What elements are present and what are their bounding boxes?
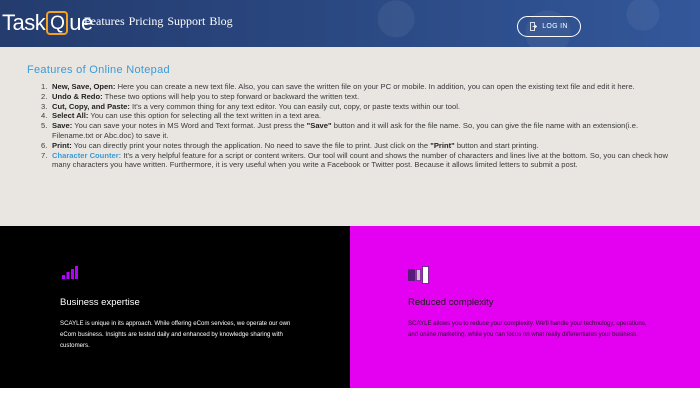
- feature-term: Select All:: [52, 111, 89, 121]
- nav-blog[interactable]: Blog: [209, 14, 232, 29]
- header-pattern: [320, 0, 700, 47]
- feature-number: 6.: [41, 140, 48, 150]
- nav-features[interactable]: Features: [84, 14, 125, 29]
- feature-number: 2.: [41, 91, 48, 101]
- feature-text-after: button and start printing.: [454, 140, 539, 150]
- panel-title: Reduced complexity: [408, 297, 494, 308]
- footer-strip: [0, 388, 700, 400]
- feature-term: Save:: [52, 121, 73, 131]
- feature-term: Cut, Copy, and Paste:: [52, 101, 130, 111]
- notepad-features-section: Features of Online Notepad 1. New, Save, …: [0, 47, 700, 226]
- feature-quoted-save: "Save": [306, 121, 332, 131]
- feature-term-link[interactable]: Character Counter:: [52, 151, 121, 160]
- panel-title: Business expertise: [60, 297, 140, 308]
- feature-number: 3.: [41, 101, 48, 111]
- feature-text-before: You can directly print your notes throug…: [71, 140, 431, 150]
- panel-description: SCAYLE is unique in its approach. While …: [60, 320, 291, 349]
- feature-item-save: 5. Save: You can save your notes in MS Wo…: [41, 121, 680, 141]
- business-expertise-panel: Business expertise SCAYLE is unique in i…: [0, 226, 350, 388]
- nav-support[interactable]: Support: [167, 14, 205, 29]
- feature-text: These two options will help you to step …: [102, 91, 360, 101]
- feature-text: It's a very helpful feature for a script…: [52, 150, 668, 170]
- feature-item-cut-copy-paste: 3. Cut, Copy, and Paste: It's a very comm…: [41, 101, 680, 112]
- features-list: 1. New, Save, Open: Here you can create a…: [41, 82, 680, 171]
- feature-number: 7.: [41, 150, 48, 160]
- feature-item-character-counter: 7. Character Counter: It's a very helpful…: [41, 150, 680, 171]
- feature-text: It's a very common thing for any text ed…: [129, 101, 461, 111]
- login-label: LOG IN: [542, 23, 568, 30]
- feature-item-undo-redo: 2. Undo & Redo: These two options will he…: [41, 91, 680, 102]
- feature-item-select-all: 4. Select All: You can use this option fo…: [41, 111, 680, 121]
- login-button[interactable]: LOG IN: [517, 16, 581, 37]
- feature-item-print: 6. Print: You can directly print your not…: [41, 140, 680, 151]
- top-header: Task Q ue Features Pricing Support Blog …: [0, 0, 700, 47]
- logo-q-box: Q: [46, 11, 69, 35]
- feature-number: 1.: [41, 82, 48, 91]
- bar-chart-icon: [62, 266, 78, 284]
- taskque-logo[interactable]: Task Q ue: [2, 8, 93, 38]
- feature-number: 4.: [41, 111, 48, 121]
- feature-quoted-print: "Print": [430, 140, 455, 150]
- reduced-complexity-panel: Reduced complexity SCAYLE allows you to …: [350, 226, 700, 388]
- features-heading: Features of Online Notepad: [27, 64, 170, 76]
- feature-term: New, Save, Open:: [52, 82, 116, 91]
- logo-text-task: Task: [2, 10, 46, 35]
- panel-description: SCAYLE allows you to reduce your complex…: [408, 320, 647, 338]
- feature-item-new-save-open: 1. New, Save, Open: Here you can create a…: [41, 82, 680, 92]
- feature-term: Print:: [52, 140, 72, 150]
- panels-icon: [408, 266, 430, 289]
- main-nav: Features Pricing Support Blog: [84, 14, 233, 29]
- feature-text-before: You can save your notes in MS Word and T…: [72, 121, 307, 131]
- feature-term: Undo & Redo:: [52, 91, 103, 101]
- login-icon: [530, 22, 538, 31]
- nav-pricing[interactable]: Pricing: [129, 14, 164, 29]
- feature-text: You can use this option for selecting al…: [88, 111, 322, 121]
- feature-text: Here you can create a new text file. Als…: [115, 82, 635, 91]
- feature-number: 5.: [41, 121, 48, 131]
